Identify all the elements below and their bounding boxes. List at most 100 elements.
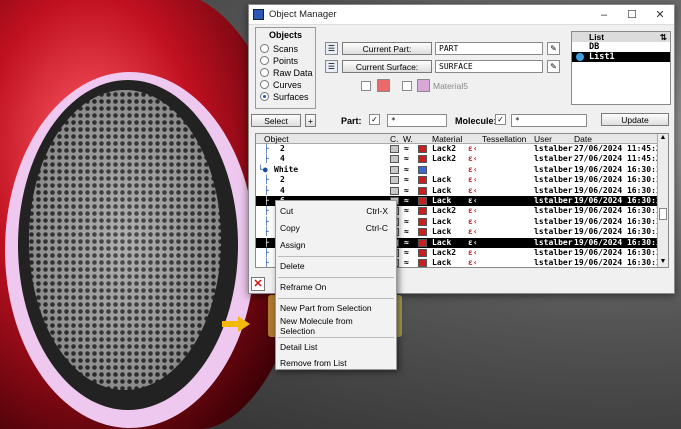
scroll-up-icon[interactable]: ▲	[658, 134, 668, 143]
material-color-swatch[interactable]	[377, 79, 390, 92]
scroll-down-icon[interactable]: ▼	[658, 258, 668, 267]
radio-scans[interactable]: Scans	[260, 43, 298, 54]
tree-branch-icon: ├	[264, 258, 269, 268]
update-button[interactable]: Update	[601, 113, 669, 126]
current-part-field[interactable]: PART	[435, 42, 543, 55]
col-object[interactable]: Object	[264, 134, 289, 144]
col-user[interactable]: User	[534, 134, 552, 144]
menu-detail-list[interactable]: Detail List	[276, 339, 396, 355]
part-filter-field[interactable]: *	[387, 114, 447, 127]
tessellation-icon: ε‹	[468, 175, 478, 185]
radio-raw-data[interactable]: Raw Data	[260, 67, 313, 78]
tessellation-icon: ε‹	[468, 144, 478, 153]
menu-new-part-from-selection[interactable]: New Part from Selection	[276, 300, 396, 316]
user-name: lstalber	[534, 227, 573, 237]
table-row[interactable]: └● White ≈ ε‹ lstalber 19/06/2024 16:30:1	[256, 165, 668, 175]
current-part-button[interactable]: Current Part:	[342, 42, 432, 55]
material-name: Lack2	[432, 247, 457, 257]
date-value: 27/06/2024 11:45:2	[574, 144, 661, 153]
material-name: Lack2	[432, 154, 457, 164]
close-button[interactable]: ✕	[646, 5, 674, 25]
radio-dot	[260, 68, 269, 77]
pointer-arrow-icon	[222, 316, 250, 332]
material-checkbox[interactable]	[361, 81, 371, 91]
date-value: 19/06/2024 16:30:1	[574, 206, 661, 216]
tree-branch-icon: ├	[264, 206, 269, 216]
material-name: Lack	[432, 227, 452, 237]
visibility-wave-icon[interactable]: ≈	[404, 227, 409, 237]
menu-remove-from-list[interactable]: Remove from List	[276, 355, 396, 371]
visibility-wave-icon[interactable]: ≈	[404, 144, 409, 154]
table-scrollbar[interactable]: ▲ ▼	[657, 134, 668, 267]
visibility-wave-icon[interactable]: ≈	[404, 186, 409, 196]
visibility-wave-icon[interactable]: ≈	[404, 175, 409, 185]
col-tessellation[interactable]: Tessellation	[482, 134, 526, 144]
visibility-wave-icon[interactable]: ≈	[404, 165, 409, 175]
list-item-list1[interactable]: List1	[572, 52, 670, 62]
tree-branch-icon: ├	[264, 195, 269, 205]
radio-label: Scans	[273, 43, 299, 54]
tessellation-icon: ε‹	[468, 237, 478, 247]
part-filter-label: Part:	[341, 116, 362, 126]
visibility-wave-icon[interactable]: ≈	[404, 248, 409, 258]
visibility-wave-icon[interactable]: ≈	[404, 206, 409, 216]
visibility-wave-icon[interactable]: ≈	[404, 196, 409, 206]
list-header[interactable]: List ⇅	[572, 32, 670, 42]
col-material[interactable]: Material	[432, 134, 462, 144]
user-name: lstalber	[534, 175, 573, 185]
molecule-filter-checkbox[interactable]: ✓	[495, 114, 506, 125]
user-name: lstalber	[534, 164, 573, 174]
menu-cut[interactable]: Cut Ctrl-X	[276, 203, 396, 219]
menu-assign[interactable]: Assign	[276, 237, 396, 253]
material-name: Lack	[432, 175, 452, 185]
tree-branch-icon: ├	[264, 247, 269, 257]
select-button[interactable]: Select	[251, 114, 301, 127]
list-panel: List ⇅ DB List1	[571, 31, 671, 105]
radio-dot-selected	[260, 92, 269, 101]
current-surface-button[interactable]: Current Surface:	[342, 60, 432, 73]
menu-reframe-on[interactable]: Reframe On	[276, 279, 396, 295]
surface-list-icon[interactable]: ☰	[325, 60, 338, 73]
part-filter-checkbox[interactable]: ✓	[369, 114, 380, 125]
part-list-icon[interactable]: ☰	[325, 42, 338, 55]
add-selection-button[interactable]: +	[305, 114, 316, 127]
visibility-wave-icon[interactable]: ≈	[404, 154, 409, 164]
date-value: 19/06/2024 16:30:1	[574, 164, 661, 174]
object-name: 2	[280, 144, 285, 153]
part-pick-icon[interactable]: ✎	[547, 42, 560, 55]
menu-delete[interactable]: Delete	[276, 258, 396, 274]
minimize-button[interactable]: –	[590, 5, 618, 25]
radio-surfaces[interactable]: Surfaces	[260, 91, 309, 102]
col-date[interactable]: Date	[574, 134, 592, 144]
list-item-label: List1	[589, 52, 615, 62]
radio-points[interactable]: Points	[260, 55, 298, 66]
table-row[interactable]: ├ 2 ≈ Lack ε‹ lstalber 19/06/2024 16:30:1	[256, 175, 668, 185]
col-color[interactable]: C.	[390, 134, 399, 144]
tree-branch-icon: ├	[264, 144, 269, 153]
sort-icon[interactable]: ⇅	[660, 32, 667, 43]
col-w[interactable]: W.	[403, 134, 413, 144]
visibility-wave-icon[interactable]: ≈	[404, 238, 409, 248]
context-menu: Cut Ctrl-X Copy Ctrl-C Assign Delete Refra…	[275, 200, 397, 370]
table-row[interactable]: ├ 4 ≈ Lack2 ε‹ lstalber 27/06/2024 11:45:2	[256, 154, 668, 164]
list-item-db[interactable]: DB	[572, 42, 670, 52]
table-row[interactable]: ├ 4 ≈ Lack ε‹ lstalber 19/06/2024 16:30:1	[256, 186, 668, 196]
tessellation-icon: ε‹	[468, 164, 478, 174]
material5-checkbox[interactable]	[402, 81, 412, 91]
user-name: lstalber	[534, 195, 573, 205]
radio-curves[interactable]: Curves	[260, 79, 302, 90]
menu-new-molecule-from-selection[interactable]: New Molecule from Selection	[276, 316, 396, 336]
scroll-thumb[interactable]	[659, 208, 667, 220]
molecule-filter-field[interactable]: *	[511, 114, 587, 127]
visibility-wave-icon[interactable]: ≈	[404, 217, 409, 227]
visibility-wave-icon[interactable]: ≈	[404, 258, 409, 267]
radio-label: Raw Data	[273, 67, 313, 78]
delete-icon[interactable]: ✕	[251, 277, 265, 291]
material-name: Lack	[432, 258, 452, 268]
maximize-button[interactable]: ☐	[618, 5, 646, 25]
table-row[interactable]: ├ 2 ≈ Lack2 ε‹ lstalber 27/06/2024 11:45:2	[256, 144, 668, 154]
radio-label: Surfaces	[273, 91, 309, 102]
current-surface-field[interactable]: SURFACE	[435, 60, 543, 73]
surface-pick-icon[interactable]: ✎	[547, 60, 560, 73]
menu-copy[interactable]: Copy Ctrl-C	[276, 220, 396, 236]
